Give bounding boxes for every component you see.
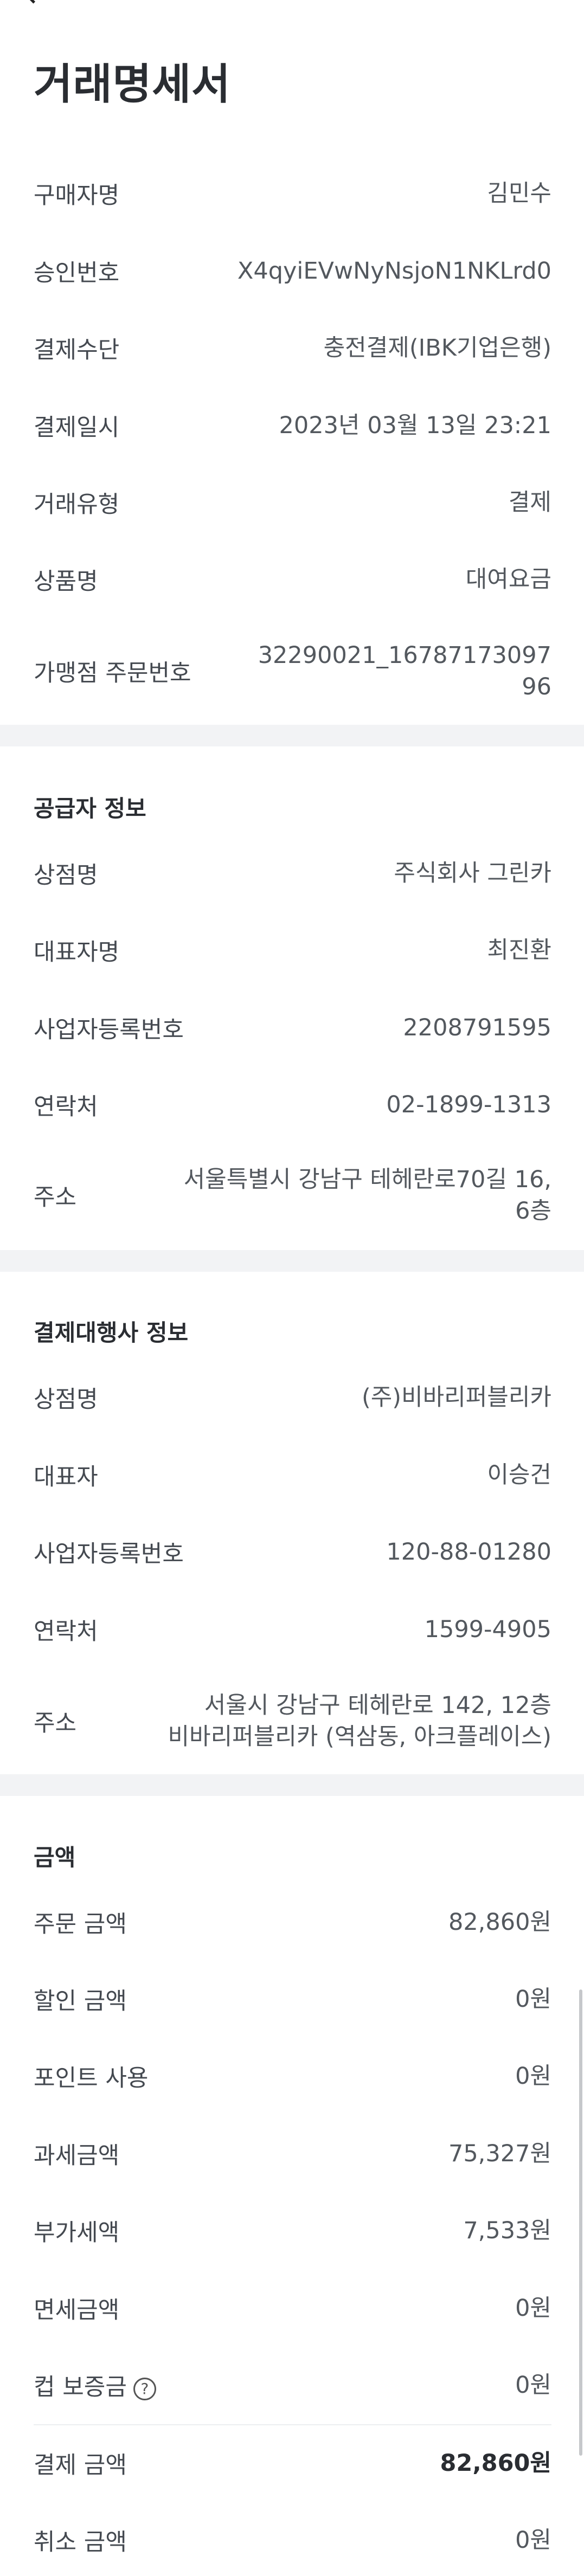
amount-row-vat: 부가세액 7,533원: [34, 2214, 551, 2247]
cancel-amount-label: 취소 금액: [34, 2529, 127, 2556]
pg-section-title: 결제대행사 정보: [34, 1319, 189, 1346]
taxfree-amount-label: 면세금액: [34, 2297, 120, 2324]
payment-datetime-value: 2023년 03월 13일 23:21: [279, 412, 551, 439]
pg-ceo-label: 대표자: [34, 1464, 98, 1491]
amount-row-order: 주문 금액 82,860원: [34, 1906, 551, 1939]
merchant-order-no-label: 가맹점 주문번호: [34, 660, 191, 687]
receipt-row-method: 결제수단 충전결제(IBK기업은행): [34, 332, 551, 364]
amount-row-cup-deposit: 컵 보증금? 0원: [34, 2369, 551, 2401]
cup-deposit-label: 컵 보증금: [34, 2374, 127, 2401]
pg-store-label: 상점명: [34, 1386, 98, 1413]
product-label: 상품명: [34, 568, 98, 595]
taxable-amount-label: 과세금액: [34, 2142, 120, 2169]
page-title: 거래명세서: [34, 60, 231, 109]
total-divider-line: [34, 2424, 551, 2425]
total-amount-value: 82,860원: [440, 2450, 552, 2477]
supplier-store-label: 상점명: [34, 862, 98, 889]
section-divider: [0, 725, 584, 746]
product-value: 대여요금: [465, 566, 551, 593]
supplier-row-bizno: 사업자등록번호 2208791595: [34, 1012, 551, 1044]
points-used-value: 0원: [515, 2063, 551, 2090]
scrollbar[interactable]: [579, 1989, 582, 2456]
buyer-label: 구매자명: [34, 182, 120, 209]
supplier-address-label: 주소: [34, 1184, 77, 1211]
supplier-bizno-value: 2208791595: [403, 1014, 551, 1041]
supplier-section-title: 공급자 정보: [34, 795, 146, 822]
receipt-row-type: 거래유형 결제: [34, 486, 551, 519]
pg-contact-label: 연락처: [34, 1618, 98, 1645]
supplier-row-address: 주소 서울특별시 강남구 테헤란로70길 16, 6층: [34, 1161, 551, 1229]
pg-ceo-value: 이승건: [487, 1461, 551, 1489]
supplier-ceo-value: 최진환: [487, 937, 551, 964]
section-divider: [0, 1250, 584, 1272]
taxable-amount-value: 75,327원: [448, 2140, 551, 2167]
supplier-row-store: 상점명 주식회사 그린카: [34, 857, 551, 890]
merchant-order-no-value: 32290021_16787173097 96: [258, 642, 551, 700]
vat-amount-label: 부가세액: [34, 2219, 120, 2246]
supplier-contact-value: 02-1899-1313: [386, 1091, 551, 1118]
approval-value: X4qyiEVwNyNsjoN1NKLrd0: [237, 257, 551, 285]
pg-row-store: 상점명 (주)비바리퍼블리카: [34, 1381, 551, 1414]
pg-contact-value: 1599-4905: [424, 1616, 551, 1643]
amount-row-total: 결제 금액 82,860원: [34, 2447, 551, 2480]
receipt-row-approval: 승인번호 X4qyiEVwNyNsjoN1NKLrd0: [34, 255, 551, 287]
receipt-row-datetime: 결제일시 2023년 03월 13일 23:21: [34, 409, 551, 442]
pg-store-value: (주)비바리퍼블리카: [361, 1384, 551, 1411]
order-amount-value: 82,860원: [448, 1909, 551, 1936]
payment-method-label: 결제수단: [34, 337, 120, 364]
pg-row-ceo: 대표자 이승건: [34, 1459, 551, 1491]
cup-deposit-value: 0원: [515, 2372, 551, 2399]
amount-row-taxfree: 면세금액 0원: [34, 2292, 551, 2324]
total-amount-label: 결제 금액: [34, 2452, 127, 2479]
amount-row-points: 포인트 사용 0원: [34, 2060, 551, 2092]
buyer-value: 김민수: [487, 180, 551, 207]
taxfree-amount-value: 0원: [515, 2295, 551, 2322]
cancel-amount-value: 0원: [515, 2527, 551, 2554]
supplier-address-value: 서울특별시 강남구 테헤란로70길 16, 6층: [183, 1166, 551, 1225]
receipt-row-product: 상품명 대여요금: [34, 563, 551, 596]
question-circle-icon[interactable]: ?: [133, 2377, 156, 2400]
discount-amount-value: 0원: [515, 1986, 551, 2013]
amount-section-title: 금액: [34, 1844, 76, 1871]
supplier-ceo-label: 대표자명: [34, 939, 120, 966]
payment-method-value: 충전결제(IBK기업은행): [323, 334, 551, 362]
back-arrow-icon[interactable]: [23, 0, 44, 4]
supplier-row-ceo: 대표자명 최진환: [34, 934, 551, 967]
points-used-label: 포인트 사용: [34, 2065, 149, 2092]
order-amount-label: 주문 금액: [34, 1911, 127, 1938]
payment-datetime-label: 결제일시: [34, 414, 120, 441]
cup-deposit-label-wrap: 컵 보증금?: [34, 2368, 156, 2402]
amount-row-cancel: 취소 금액 0원: [34, 2524, 551, 2556]
pg-row-contact: 연락처 1599-4905: [34, 1613, 551, 1646]
pg-row-bizno: 사업자등록번호 120-88-01280: [34, 1536, 551, 1568]
receipt-row-order-no: 가맹점 주문번호 32290021_16787173097 96: [34, 637, 551, 705]
section-divider: [0, 1774, 584, 1796]
pg-address-label: 주소: [34, 1710, 77, 1737]
transaction-type-label: 거래유형: [34, 491, 120, 518]
amount-row-taxable: 과세금액 75,327원: [34, 2137, 551, 2170]
pg-row-address: 주소 서울시 강남구 테헤란로 142, 12층 비바리퍼블리카 (역삼동, 아…: [34, 1687, 551, 1755]
vat-amount-value: 7,533원: [463, 2217, 551, 2244]
receipt-row-buyer: 구매자명 김민수: [34, 177, 551, 210]
pg-address-value: 서울시 강남구 테헤란로 142, 12층 비바리퍼블리카 (역삼동, 아크플레…: [168, 1692, 551, 1750]
supplier-contact-label: 연락처: [34, 1093, 98, 1120]
pg-bizno-value: 120-88-01280: [386, 1538, 551, 1566]
top-bar: [0, 0, 584, 11]
approval-label: 승인번호: [34, 260, 120, 287]
transaction-type-value: 결제: [508, 489, 551, 516]
discount-amount-label: 할인 금액: [34, 1988, 127, 2015]
supplier-row-contact: 연락처 02-1899-1313: [34, 1089, 551, 1121]
pg-bizno-label: 사업자등록번호: [34, 1541, 184, 1568]
supplier-store-value: 주식회사 그린카: [394, 860, 551, 887]
supplier-bizno-label: 사업자등록번호: [34, 1016, 184, 1044]
amount-row-discount: 할인 금액 0원: [34, 1983, 551, 2015]
